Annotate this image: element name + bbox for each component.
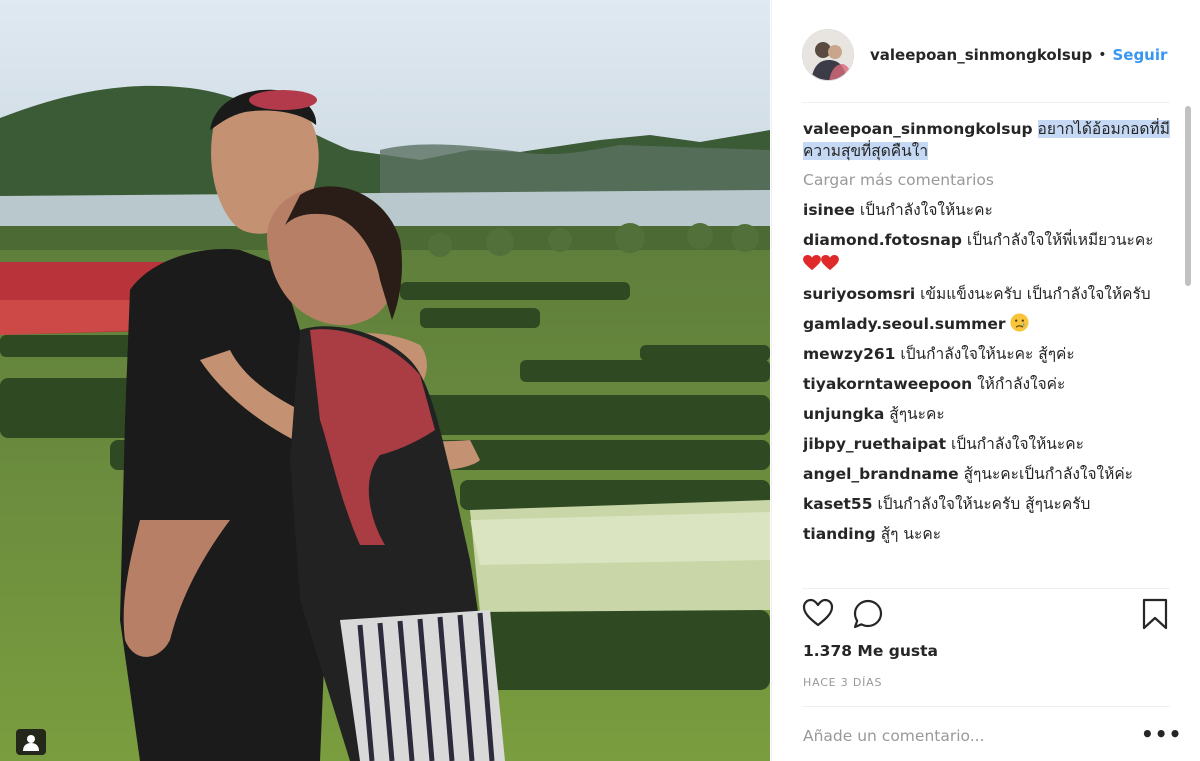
speech-bubble-icon	[853, 599, 883, 629]
caption-username[interactable]: valeepoan_sinmongkolsup	[803, 120, 1033, 138]
comment-username[interactable]: suriyosomsri	[803, 285, 915, 303]
comment-item: tianding สู้ๆ นะคะ	[803, 522, 1175, 546]
couple-photo-illustration	[0, 0, 770, 761]
comment-username[interactable]: jibpy_ruethaipat	[803, 435, 946, 453]
avatar-photo	[803, 30, 853, 80]
comment-text: สู้ๆนะคะ	[889, 405, 945, 423]
author-username[interactable]: valeepoan_sinmongkolsup	[870, 46, 1092, 64]
separator-dot: •	[1098, 47, 1107, 63]
post-sidebar: valeepoan_sinmongkolsup • Seguir valeepo…	[771, 0, 1200, 761]
comment-username[interactable]: tianding	[803, 525, 876, 543]
divider	[802, 706, 1170, 707]
follow-button[interactable]: Seguir	[1112, 46, 1167, 64]
red-heart-emoji-icon	[803, 255, 821, 271]
like-button[interactable]	[802, 598, 834, 632]
comment-text: เป็นกำลังใจให้นะคะ สู้ๆค่ะ	[900, 345, 1075, 363]
comment-username[interactable]: kaset55	[803, 495, 873, 513]
comment-item: tiyakorntaweepoon ให้กำลังใจค่ะ	[803, 372, 1175, 396]
comment-item: mewzy261 เป็นกำลังใจให้นะคะ สู้ๆค่ะ	[803, 342, 1175, 366]
comment-username[interactable]: isinee	[803, 201, 855, 219]
comment-username[interactable]: unjungka	[803, 405, 884, 423]
comment-text: สู้ๆ นะคะ	[880, 525, 942, 543]
comments-scrollbar[interactable]	[1184, 106, 1192, 580]
tagged-people-button[interactable]	[16, 729, 46, 755]
comment-text: เป็นกำลังใจให้นะคะ	[950, 435, 1084, 453]
comment-item: isinee เป็นกำลังใจให้นะคะ	[803, 198, 1175, 222]
comment-item: kaset55 เป็นกำลังใจให้นะครับ สู้ๆนะครับ	[803, 492, 1175, 516]
post-caption: valeepoan_sinmongkolsup อยากได้อ้อมกอดที…	[803, 118, 1175, 162]
comment-username[interactable]: angel_brandname	[803, 465, 959, 483]
comment-text: เป็นกำลังใจให้พี่เหมียวนะคะ	[966, 231, 1154, 249]
comment-item: jibpy_ruethaipat เป็นกำลังใจให้นะคะ	[803, 432, 1175, 456]
comment-text: เข้มแข็งนะครับ เป็นกำลังใจให้ครับ	[920, 285, 1151, 303]
divider	[802, 588, 1170, 589]
bookmark-icon	[1142, 598, 1168, 630]
crying-face-emoji-icon	[1010, 313, 1029, 332]
comment-username[interactable]: gamlady.seoul.summer	[803, 315, 1005, 333]
comment-text: ให้กำลังใจค่ะ	[977, 375, 1066, 393]
comment-text: สู้ๆนะคะเป็นกำลังใจให้ค่ะ	[963, 465, 1134, 483]
comment-text: เป็นกำลังใจให้นะคะ	[859, 201, 993, 219]
likes-count[interactable]: 1.378 Me gusta	[803, 642, 938, 660]
load-more-comments-button[interactable]: Cargar más comentarios	[803, 171, 1175, 189]
comment-item: diamond.fotosnap เป็นกำลังใจให้พี่เหมียว…	[803, 228, 1175, 276]
comment-text: เป็นกำลังใจให้นะครับ สู้ๆนะครับ	[877, 495, 1091, 513]
divider	[802, 102, 1170, 103]
comment-button[interactable]	[852, 598, 884, 634]
comment-item: suriyosomsri เข้มแข็งนะครับ เป็นกำลังใจใ…	[803, 282, 1175, 306]
heart-outline-icon	[802, 598, 834, 627]
person-tag-icon	[23, 735, 39, 751]
comment-username[interactable]: tiyakorntaweepoon	[803, 375, 972, 393]
comments-list: valeepoan_sinmongkolsup อยากได้อ้อมกอดที…	[803, 118, 1175, 588]
scrollbar-thumb[interactable]	[1185, 106, 1191, 286]
more-options-button[interactable]: •••	[1141, 722, 1182, 746]
save-button[interactable]	[1141, 598, 1169, 634]
red-heart-emoji-icon	[821, 255, 839, 271]
add-comment-input[interactable]	[803, 724, 1103, 748]
comment-username[interactable]: diamond.fotosnap	[803, 231, 962, 249]
post-header: valeepoan_sinmongkolsup • Seguir	[802, 25, 1172, 85]
comment-item: gamlady.seoul.summer	[803, 312, 1175, 336]
post-actions	[802, 598, 1172, 634]
comment-username[interactable]: mewzy261	[803, 345, 895, 363]
post-photo[interactable]	[0, 0, 770, 761]
comment-item: unjungka สู้ๆนะคะ	[803, 402, 1175, 426]
comment-item: angel_brandname สู้ๆนะคะเป็นกำลังใจให้ค่…	[803, 462, 1175, 486]
post-timestamp[interactable]: HACE 3 DÍAS	[803, 676, 882, 689]
avatar[interactable]	[802, 29, 854, 81]
